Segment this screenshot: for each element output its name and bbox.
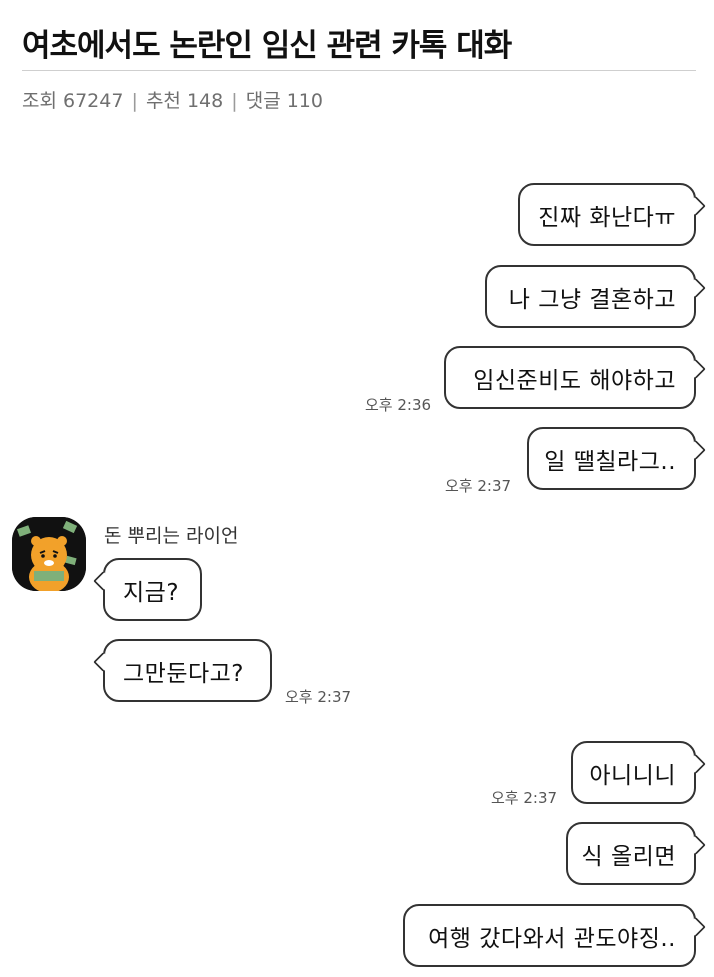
message-bubble: 지금? [103,558,202,621]
post-title: 여초에서도 논란인 임신 관련 카톡 대화 [22,28,512,64]
comment-count: 댓글 110 [245,90,323,112]
message-text: 진짜 화난다ㅠ [538,204,676,231]
meta-separator: | [231,90,238,112]
message-time: 오후 2:37 [445,477,512,495]
message-text: 그만둔다고? [123,660,245,687]
message-text: 지금? [123,579,180,606]
meta-separator: | [131,90,138,112]
message-time: 오후 2:36 [365,396,432,414]
message-bubble: 일 땔칠라그.. [527,427,696,490]
message-text: 일 땔칠라그.. [544,448,676,475]
message-time: 오후 2:37 [285,688,352,706]
message-bubble: 임신준비도 해야하고 [444,346,696,409]
message-bubble: 그만둔다고? [103,639,272,702]
post-meta: 조회 67247 | 추천 148 | 댓글 110 [22,86,323,113]
title-divider [22,70,696,71]
ryan-character-icon[interactable] [12,517,86,591]
message-bubble: 아니니니 [571,741,696,804]
message-bubble: 여행 갔다와서 관도야징.. [403,904,696,967]
recommend-count: 추천 148 [145,90,224,112]
message-bubble: 나 그냥 결혼하고 [485,265,696,328]
message-text: 임신준비도 해야하고 [473,367,676,394]
message-bubble: 진짜 화난다ㅠ [518,183,696,246]
message-time: 오후 2:37 [491,789,558,807]
sender-name: 돈 뿌리는 라이언 [104,525,239,547]
message-text: 여행 갔다와서 관도야징.. [428,925,676,952]
message-text: 식 올리면 [581,843,676,870]
view-count: 조회 67247 [22,90,124,112]
message-bubble: 식 올리면 [566,822,696,885]
message-text: 나 그냥 결혼하고 [508,286,676,313]
message-text: 아니니니 [589,762,676,789]
